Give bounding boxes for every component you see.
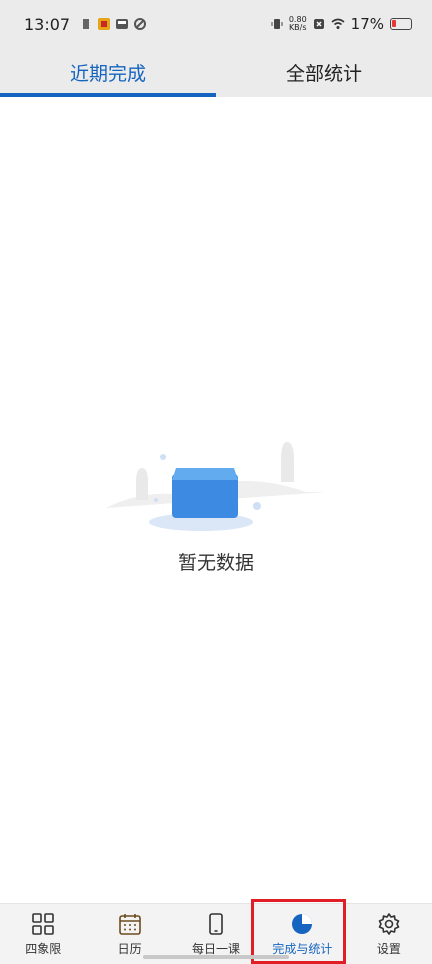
- nav-label-calendar: 日历: [117, 941, 142, 956]
- home-indicator[interactable]: [143, 955, 289, 959]
- mail-notification-icon: [116, 19, 129, 29]
- leaf-notification-icon: [134, 18, 147, 30]
- nav-label-daily-lesson: 每日一课: [192, 941, 241, 956]
- wifi-icon: [331, 18, 345, 29]
- app-notification-icon: [98, 18, 111, 30]
- net-speed: 0.80 KB/s: [289, 16, 307, 32]
- calendar-icon: [118, 913, 141, 935]
- tab-all-statistics[interactable]: 全部统计: [216, 48, 432, 97]
- battery-icon: [390, 18, 412, 30]
- empty-state-text: 暂无数据: [177, 552, 254, 574]
- nav-label-settings: 设置: [376, 941, 401, 956]
- status-left: 13:07: [24, 14, 147, 34]
- nav-label-quadrant: 四象限: [25, 941, 62, 956]
- net-speed-unit: KB/s: [288, 23, 307, 32]
- nav-item-settings[interactable]: 设置: [346, 904, 432, 964]
- status-bar: 13:07 0.80 KB/s 17%: [0, 0, 432, 48]
- empty-box-icon: [106, 442, 326, 531]
- battery-percent: 17%: [350, 15, 384, 33]
- sim-disabled-icon: [313, 19, 324, 29]
- vibrate-icon: [271, 19, 283, 29]
- tab-bar: 近期完成 全部统计: [0, 48, 432, 97]
- phone-icon: [209, 912, 223, 935]
- nav-item-quadrant[interactable]: 四象限: [0, 904, 86, 964]
- status-time: 13:07: [24, 14, 71, 34]
- status-right: 0.80 KB/s 17%: [271, 15, 412, 33]
- quadrant-grid-icon: [32, 912, 55, 935]
- tab-recent-completed[interactable]: 近期完成: [0, 48, 216, 97]
- battery-saver-icon: [83, 19, 90, 29]
- empty-illustration: [0, 430, 432, 540]
- gear-icon: [378, 912, 400, 935]
